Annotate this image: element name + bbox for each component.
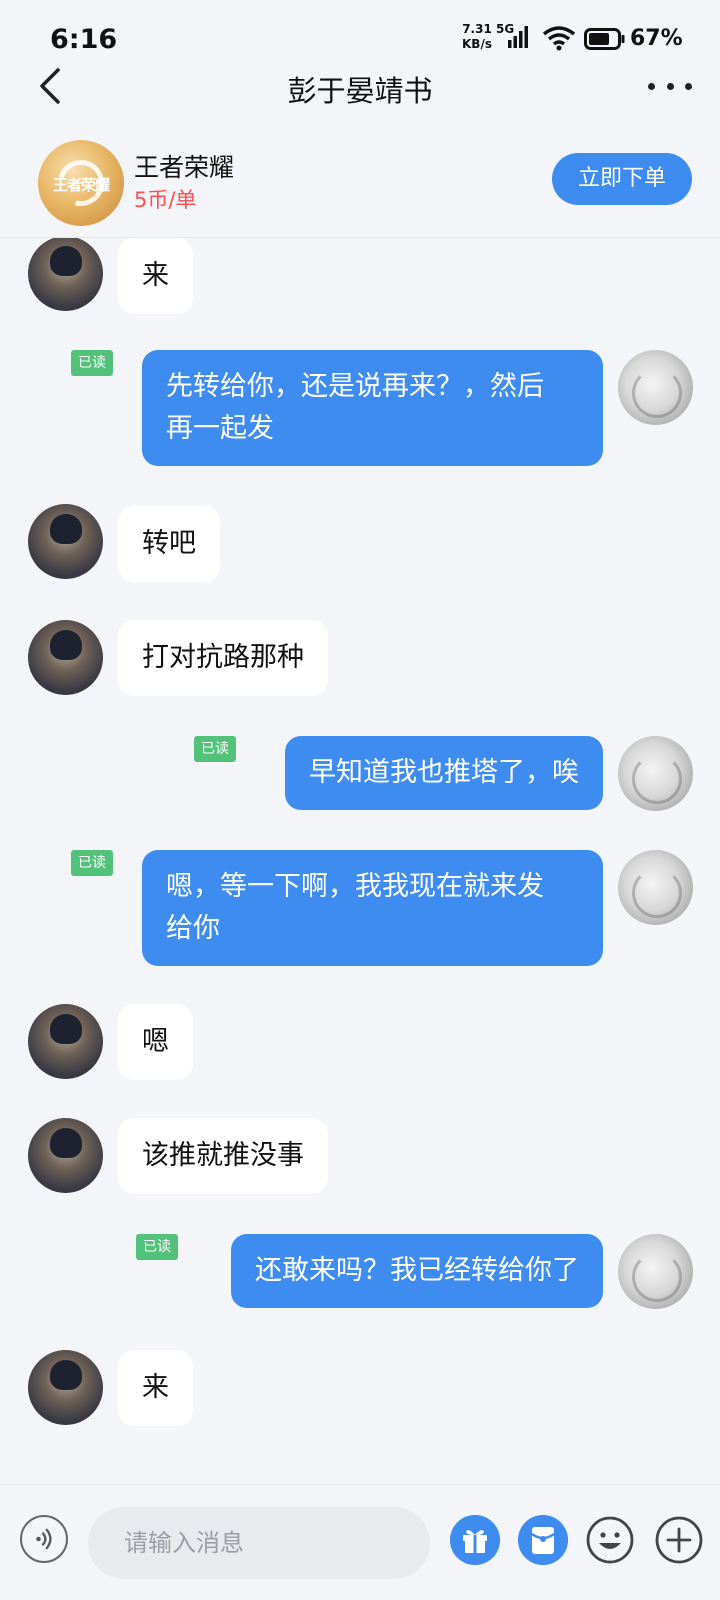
gift-icon[interactable] bbox=[450, 1515, 500, 1565]
status-time: 6:16 bbox=[50, 24, 118, 55]
outgoing-message: 嗯，等一下啊，我我现在就来发 给你 bbox=[142, 850, 603, 966]
message-line: 给你 bbox=[166, 913, 220, 944]
read-badge: 已读 bbox=[71, 350, 113, 376]
sender-avatar[interactable] bbox=[28, 1350, 103, 1425]
more-dot-icon bbox=[648, 82, 655, 90]
message-line: 再一起发 bbox=[166, 413, 274, 444]
more-dot-icon bbox=[685, 82, 692, 90]
my-avatar[interactable] bbox=[618, 850, 693, 925]
message-line: 先转给你，还是说再来？，然后 bbox=[166, 371, 544, 402]
message-list[interactable]: 来 已读 先转给你，还是说再来？，然后 再一起发 转吧 打对抗路那种 已读 早知… bbox=[0, 238, 720, 1484]
game-logo: 王者荣耀 bbox=[38, 140, 124, 226]
network-speed: 7.31 KB/s bbox=[462, 22, 492, 52]
read-badge: 已读 bbox=[194, 736, 236, 762]
message-line: 还敢来吗？我已经转给你了 bbox=[255, 1255, 579, 1286]
plus-icon[interactable] bbox=[654, 1515, 704, 1565]
emoji-icon[interactable] bbox=[585, 1515, 635, 1565]
red-packet-icon[interactable] bbox=[518, 1515, 568, 1565]
sender-avatar[interactable] bbox=[28, 1118, 103, 1193]
read-badge: 已读 bbox=[71, 850, 113, 876]
battery-icon bbox=[584, 28, 625, 50]
more-options-button[interactable] bbox=[648, 78, 692, 94]
outgoing-message: 先转给你，还是说再来？，然后 再一起发 bbox=[142, 350, 603, 466]
game-price: 5币/单 bbox=[134, 188, 197, 212]
incoming-message: 嗯 bbox=[118, 1004, 193, 1080]
battery-level: 67% bbox=[630, 26, 683, 51]
game-logo-text: 王者荣耀 bbox=[52, 176, 110, 194]
my-avatar[interactable] bbox=[618, 350, 693, 425]
voice-icon[interactable] bbox=[20, 1515, 68, 1563]
my-avatar[interactable] bbox=[618, 736, 693, 811]
message-input[interactable] bbox=[88, 1507, 430, 1579]
incoming-message: 来 bbox=[118, 238, 193, 314]
sender-avatar[interactable] bbox=[28, 1004, 103, 1079]
order-now-button[interactable]: 立即下单 bbox=[552, 153, 692, 205]
message-line: 嗯，等一下啊，我我现在就来发 bbox=[166, 871, 544, 902]
outgoing-message: 早知道我也推塔了，唉 bbox=[285, 736, 603, 810]
incoming-message: 打对抗路那种 bbox=[118, 620, 328, 696]
incoming-message: 该推就推没事 bbox=[118, 1118, 328, 1194]
service-card: 王者荣耀 王者荣耀 5币/单 立即下单 bbox=[0, 130, 720, 238]
incoming-message: 来 bbox=[118, 1350, 193, 1426]
outgoing-message: 还敢来吗？我已经转给你了 bbox=[231, 1234, 603, 1308]
chat-title: 彭于晏靖书 bbox=[287, 74, 433, 108]
more-dot-icon bbox=[666, 82, 674, 90]
signal-icon bbox=[508, 26, 528, 48]
read-badge: 已读 bbox=[136, 1234, 178, 1260]
sender-avatar[interactable] bbox=[28, 620, 103, 695]
network-speed-value: 7.31 bbox=[462, 22, 492, 36]
message-line: 早知道我也推塔了，唉 bbox=[309, 757, 579, 788]
my-avatar[interactable] bbox=[618, 1234, 693, 1309]
input-bar bbox=[0, 1484, 720, 1600]
wifi-icon bbox=[542, 26, 576, 51]
game-name: 王者荣耀 bbox=[134, 153, 235, 182]
incoming-message: 转吧 bbox=[118, 506, 220, 582]
network-speed-unit: KB/s bbox=[462, 37, 492, 51]
sender-avatar[interactable] bbox=[28, 238, 103, 311]
sender-avatar[interactable] bbox=[28, 504, 103, 579]
